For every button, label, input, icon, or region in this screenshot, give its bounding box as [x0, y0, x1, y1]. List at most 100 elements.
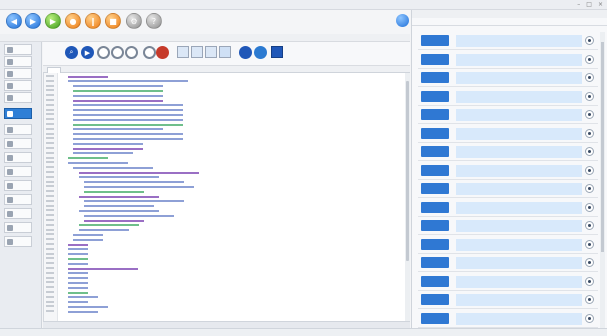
radio-icon[interactable] [585, 36, 594, 45]
editor-scrollbar[interactable] [405, 73, 410, 321]
sidebar-item[interactable] [4, 236, 32, 247]
radio-icon[interactable] [585, 165, 594, 175]
action-row[interactable] [418, 254, 598, 272]
radio-icon[interactable] [585, 147, 594, 156]
sidebar-item[interactable] [4, 208, 32, 219]
action-row[interactable] [418, 180, 598, 198]
play-icon[interactable]: ▶ [81, 46, 94, 59]
inspect-icon[interactable] [239, 46, 252, 59]
action-row[interactable] [418, 199, 598, 217]
back-button[interactable]: ◀ [6, 13, 22, 29]
action-row[interactable] [418, 273, 598, 291]
right-panel [411, 10, 607, 328]
action-row[interactable] [418, 162, 598, 180]
right-panel-scrollbar[interactable] [600, 32, 605, 328]
action-row[interactable] [418, 236, 598, 254]
sidebar-item[interactable] [4, 138, 32, 149]
scrollbar-thumb[interactable] [406, 81, 409, 261]
action-button[interactable] [421, 257, 449, 268]
network-icon[interactable] [219, 46, 231, 58]
action-row[interactable] [418, 310, 598, 328]
radio-icon[interactable] [585, 54, 594, 64]
structure-icon[interactable] [191, 46, 203, 58]
action-button[interactable] [421, 109, 449, 120]
capture-icon[interactable] [254, 46, 267, 59]
action-row[interactable] [418, 217, 598, 235]
minimize-button[interactable]: – [577, 1, 580, 8]
stop-button[interactable]: ■ [105, 13, 121, 29]
tree-icon[interactable] [205, 46, 217, 58]
action-row[interactable] [418, 32, 598, 50]
settings-button[interactable] [396, 14, 409, 27]
sidebar-item[interactable] [4, 222, 32, 233]
save-icon[interactable] [271, 46, 283, 58]
step-over-icon[interactable] [111, 46, 124, 59]
step-out-icon[interactable] [125, 46, 138, 59]
radio-icon[interactable] [585, 91, 594, 101]
breakpoint-icon[interactable] [156, 46, 169, 59]
action-description [456, 294, 582, 306]
line-number-mark [46, 228, 54, 231]
sidebar-item[interactable] [4, 180, 32, 191]
options-button[interactable]: ⚙ [126, 13, 142, 29]
scrollbar-thumb[interactable] [601, 42, 604, 252]
line-number-mark [46, 195, 54, 197]
help-button[interactable]: ? [146, 13, 162, 29]
radio-icon[interactable] [585, 128, 594, 138]
action-button[interactable] [421, 90, 449, 102]
action-button[interactable] [421, 127, 449, 139]
sidebar-item[interactable] [4, 56, 32, 67]
sidebar-item-active[interactable] [4, 108, 32, 119]
maximize-button[interactable]: □ [586, 1, 592, 8]
action-button[interactable] [421, 72, 449, 83]
sidebar-item[interactable] [4, 80, 32, 91]
frames-icon[interactable] [177, 46, 189, 58]
radio-icon[interactable] [585, 239, 594, 249]
action-row[interactable] [418, 51, 598, 69]
radio-icon[interactable] [585, 110, 594, 119]
record-button[interactable]: ● [65, 13, 81, 29]
action-button[interactable] [421, 35, 449, 46]
action-row[interactable] [418, 88, 598, 106]
action-row[interactable] [418, 106, 598, 124]
code-editor[interactable] [43, 73, 405, 321]
radio-icon[interactable] [585, 258, 594, 267]
action-button[interactable] [421, 220, 449, 231]
close-button[interactable]: × [598, 1, 603, 8]
pause-button[interactable]: ‖ [85, 13, 101, 29]
action-button[interactable] [421, 294, 449, 305]
action-button[interactable] [421, 275, 449, 287]
sidebar-item[interactable] [4, 68, 32, 79]
action-row[interactable] [418, 143, 598, 161]
radio-icon[interactable] [585, 221, 594, 230]
radio-icon[interactable] [585, 202, 594, 212]
search-icon[interactable]: ⌕ [65, 46, 78, 59]
debug-icon[interactable] [143, 46, 156, 59]
code-line-mark [67, 286, 88, 289]
action-button[interactable] [421, 53, 449, 65]
page-icon [7, 182, 13, 189]
sidebar-item[interactable] [4, 194, 32, 205]
radio-icon[interactable] [585, 73, 594, 82]
action-button[interactable] [421, 238, 449, 250]
action-button[interactable] [421, 183, 449, 194]
radio-icon[interactable] [585, 295, 594, 304]
sidebar-item[interactable] [4, 92, 32, 103]
action-button[interactable] [421, 312, 449, 324]
radio-icon[interactable] [585, 276, 594, 286]
radio-icon[interactable] [585, 184, 594, 193]
action-button[interactable] [421, 164, 449, 176]
step-icon[interactable] [97, 46, 110, 59]
run-button[interactable]: ▶ [45, 13, 61, 29]
action-row[interactable] [418, 125, 598, 143]
action-row[interactable] [418, 291, 598, 309]
action-row[interactable] [418, 69, 598, 87]
action-button[interactable] [421, 146, 449, 157]
sidebar-item[interactable] [4, 124, 32, 135]
sidebar-item[interactable] [4, 152, 32, 163]
sidebar-item[interactable] [4, 166, 32, 177]
forward-button[interactable]: ▶ [25, 13, 41, 29]
radio-icon[interactable] [585, 313, 594, 323]
action-button[interactable] [421, 201, 449, 213]
sidebar-item[interactable] [4, 44, 32, 55]
